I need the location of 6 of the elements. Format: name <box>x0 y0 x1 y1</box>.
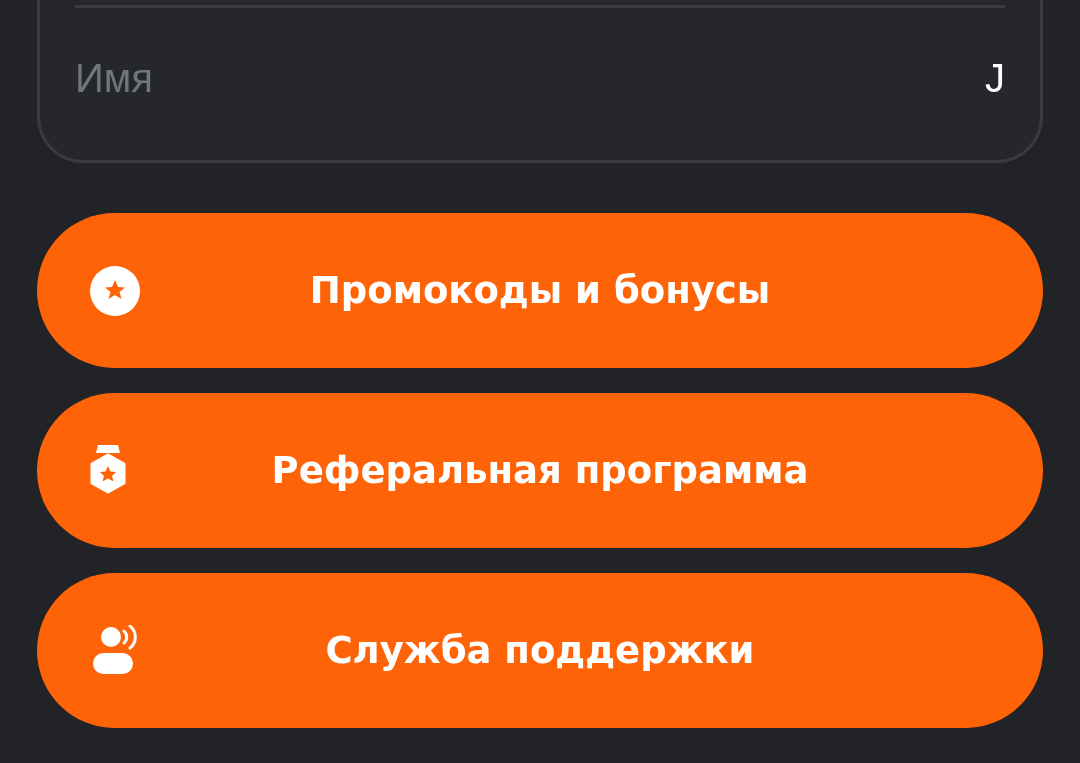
field-value[interactable]: J <box>985 56 1005 101</box>
field-label: Имя <box>75 56 153 101</box>
star-coin-icon <box>90 265 140 316</box>
support-button[interactable]: Служба поддержки <box>37 573 1043 728</box>
promo-button[interactable]: Промокоды и бонусы <box>37 213 1043 368</box>
referral-button[interactable]: Реферальная программа <box>37 393 1043 548</box>
